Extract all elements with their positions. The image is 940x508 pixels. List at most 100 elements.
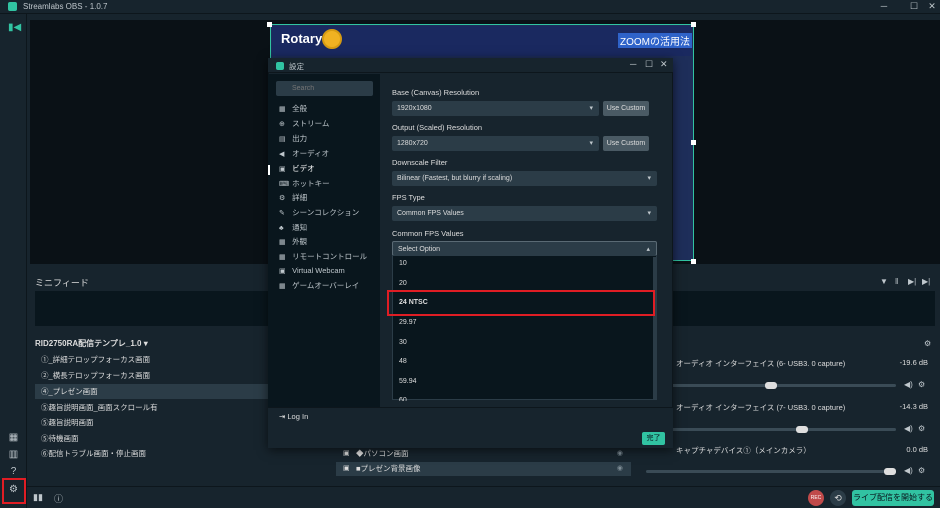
settings-dialog-titlebar — [268, 58, 673, 73]
visibility-icon[interactable]: ◉ — [617, 462, 623, 476]
scene-item[interactable]: ⑤趣旨説明画面 — [35, 415, 275, 430]
visibility-icon[interactable]: ◉ — [617, 447, 623, 461]
footer-bar — [27, 486, 940, 508]
fps-option[interactable]: 48 — [399, 358, 407, 365]
skip-icon[interactable]: ▶| — [908, 277, 916, 286]
nav-item-video[interactable]: ▣ ビデオ — [279, 163, 315, 175]
nav-item-appearance[interactable]: ▦ 外観 — [279, 236, 307, 248]
source-item[interactable]: ▣ ■プレゼン背景画像 ◉ — [336, 462, 631, 476]
nav-item-virtual-webcam[interactable]: ▣ Virtual Webcam — [279, 265, 345, 277]
maximize-button[interactable]: ☐ — [904, 0, 924, 14]
go-live-button[interactable]: ライブ配信を開始する — [852, 490, 934, 506]
speaker-icon[interactable]: ◀) — [904, 380, 913, 389]
volume-knob[interactable] — [795, 426, 808, 433]
scene-item[interactable]: ⑥配信トラブル画面・停止画面 — [35, 446, 275, 461]
login-link[interactable]: ⇥ Log In — [279, 412, 308, 421]
downscale-filter-select[interactable]: Bilinear (Fastest, but blurry if scaling… — [392, 171, 657, 186]
nav-item-remote-control[interactable]: ▦ リモートコントロール — [279, 251, 367, 263]
fps-type-select[interactable]: Common FPS Values ▾ — [392, 206, 657, 221]
channel-gear-icon[interactable]: ⚙ — [918, 466, 925, 475]
nav-item-label: 出力 — [292, 134, 308, 143]
resize-handle[interactable] — [691, 22, 696, 27]
settings-search-input[interactable] — [276, 81, 373, 96]
resize-handle[interactable] — [691, 140, 696, 145]
volume-slider[interactable] — [646, 426, 896, 433]
sidebar-toggle-icon[interactable]: ▥ — [8, 449, 19, 460]
nav-item-notifications[interactable]: ♣ 通知 — [279, 222, 307, 234]
base-resolution-select[interactable]: 1920x1080 ▾ — [392, 101, 599, 116]
overlay-icon: ▦ — [279, 283, 286, 290]
mixer-channel-db: 0.0 dB — [906, 445, 928, 454]
settings-dialog-footer — [268, 407, 673, 448]
skip-all-icon[interactable]: ▶| — [922, 277, 930, 286]
channel-gear-icon[interactable]: ⚙ — [918, 424, 925, 433]
studio-mode-icon[interactable]: ▮◀ — [8, 22, 21, 33]
select-value: 1280x720 — [397, 140, 428, 147]
pause-icon[interactable]: ‖ — [895, 277, 898, 286]
dialog-minimize-button[interactable]: ─ — [630, 59, 636, 69]
close-button[interactable]: ✕ — [922, 0, 940, 14]
minimize-button[interactable]: ─ — [874, 0, 894, 14]
scene-collection-selector[interactable]: RID2750RA配信テンプレ_1.0 ▾ — [35, 338, 148, 349]
nav-item-game-overlay[interactable]: ▦ ゲームオーバーレイ — [279, 280, 359, 292]
fps-option[interactable]: 29.97 — [399, 319, 417, 326]
nav-item-advanced[interactable]: ⚙ 詳細 — [279, 192, 307, 204]
mixer-settings-icon[interactable]: ⚙ — [924, 339, 931, 348]
dialog-maximize-button[interactable]: ☐ — [645, 59, 653, 70]
mixer-channel-name: キャプチャデバイス①（メインカメラ） — [676, 446, 811, 455]
output-icon: ▤ — [279, 136, 286, 143]
fps-option[interactable]: 59.94 — [399, 378, 417, 385]
select-value: 1920x1080 — [397, 105, 432, 112]
base-resolution-label: Base (Canvas) Resolution — [392, 88, 480, 97]
fps-option[interactable]: 30 — [399, 339, 407, 346]
remote-icon: ▦ — [279, 254, 286, 261]
volume-knob[interactable] — [765, 382, 777, 389]
nav-item-audio[interactable]: ◀ オーディオ — [279, 148, 329, 160]
nav-item-stream[interactable]: ⊕ ストリーム — [279, 118, 329, 130]
scene-item[interactable]: ①_詳細テロップフォーカス画面 — [35, 352, 275, 367]
use-custom-output-button[interactable]: Use Custom — [603, 136, 649, 151]
scene-item[interactable]: ②_横長テロップフォーカス画面 — [35, 368, 275, 383]
output-resolution-select[interactable]: 1280x720 ▾ — [392, 136, 599, 151]
performance-stats-icon[interactable]: ▮▮ — [33, 492, 43, 503]
done-button[interactable]: 完了 — [642, 432, 665, 445]
scene-item-active[interactable]: ④_プレゼン画面 — [35, 384, 275, 399]
help-icon[interactable]: ? — [8, 466, 19, 477]
use-custom-base-button[interactable]: Use Custom — [603, 101, 649, 116]
nav-active-indicator — [268, 165, 270, 175]
volume-slider[interactable] — [646, 382, 896, 389]
dialog-close-button[interactable]: ✕ — [660, 59, 668, 70]
volume-knob[interactable] — [884, 468, 896, 475]
select-value: Select Option — [398, 246, 441, 253]
nav-item-general[interactable]: ▦ 全般 — [279, 103, 307, 115]
source-item[interactable]: ▣ ◆パソコン画面 ◉ — [336, 447, 631, 461]
scene-item[interactable]: ⑤待機画面 — [35, 431, 275, 446]
speaker-icon[interactable]: ◀) — [904, 466, 913, 475]
dropdown-scrollbar[interactable] — [653, 257, 656, 399]
nav-item-output[interactable]: ▤ 出力 — [279, 133, 307, 145]
nav-item-hotkeys[interactable]: ⌨ ホットキー — [279, 178, 330, 190]
fps-option[interactable]: 20 — [399, 280, 407, 287]
settings-annotation-box — [2, 478, 26, 504]
scene-collection-name: RID2750RA配信テンプレ_1.0 — [35, 339, 142, 348]
common-fps-select[interactable]: Select Option ▴ — [392, 241, 657, 256]
window-title: Streamlabs OBS - 1.0.7 — [23, 2, 108, 11]
replay-buffer-icon[interactable]: ⟲ — [830, 490, 846, 506]
channel-gear-icon[interactable]: ⚙ — [918, 380, 925, 389]
volume-slider[interactable] — [646, 468, 896, 475]
globe-icon: ⊕ — [279, 121, 285, 128]
fps-option[interactable]: 60 — [399, 397, 407, 401]
login-label: Log In — [287, 412, 309, 421]
nav-item-scene-collection[interactable]: ✎ シーンコレクション — [279, 207, 359, 219]
speaker-icon[interactable]: ◀) — [904, 424, 913, 433]
record-button[interactable]: REC — [808, 490, 824, 506]
info-icon[interactable]: ⓘ — [54, 492, 63, 505]
layout-icon[interactable]: ▦ — [8, 432, 19, 443]
fps-option[interactable]: 10 — [399, 260, 407, 267]
filter-icon[interactable]: ▼ — [880, 277, 888, 286]
resize-handle[interactable] — [267, 22, 272, 27]
scene-item[interactable]: ⑤趣旨説明画面_画面スクロール有 — [35, 400, 275, 415]
nav-item-label: オーディオ — [292, 149, 330, 158]
resize-handle[interactable] — [691, 259, 696, 264]
source-label: ◆パソコン画面 — [356, 449, 409, 458]
